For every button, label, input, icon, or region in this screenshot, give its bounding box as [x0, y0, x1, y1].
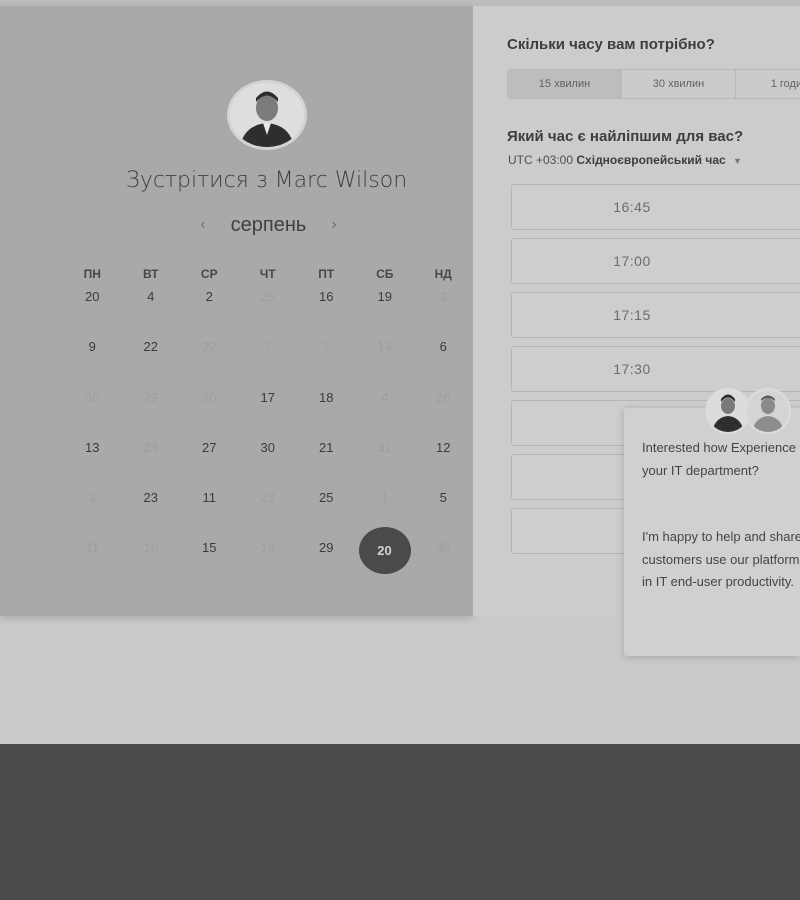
calendar-day[interactable]: 19: [356, 285, 415, 335]
calendar-day: 3: [439, 289, 447, 304]
weekday-label: ПТ: [318, 267, 335, 281]
time-slot[interactable]: 17:15: [511, 292, 800, 338]
calendar-day[interactable]: 30: [239, 436, 298, 486]
time-question: Який час є найліпшим для вас?: [507, 128, 744, 145]
chat-avatars[interactable]: [705, 388, 797, 434]
calendar-day: 30: [85, 389, 100, 405]
calendar-day: 26: [436, 389, 451, 405]
time-slot-label: 17:15: [613, 307, 651, 323]
month-navigator: ‹ серпень ›: [196, 211, 341, 239]
calendar-day: 25: [260, 289, 275, 304]
calendar-day: 31: [377, 439, 392, 455]
weekday-label: ЧТ: [259, 267, 276, 281]
calendar-day[interactable]: 27: [180, 436, 239, 486]
calendar-day: 7: [264, 339, 272, 355]
person-icon: [747, 390, 789, 432]
duration-tabs: 15 хвилин 30 хвилин 1 година: [507, 69, 800, 99]
calendar-day[interactable]: 9: [63, 335, 122, 385]
chevron-right-icon[interactable]: ›: [327, 216, 341, 234]
time-slot-label: 17:00: [613, 253, 651, 269]
calendar-day[interactable]: 22: [122, 335, 181, 385]
host-avatar: [227, 80, 307, 150]
calendar-day: 19: [260, 540, 275, 556]
weekday-label: НД: [434, 267, 452, 281]
calendar-day: 20: [202, 389, 217, 405]
timezone-name: Східноєвропейський час: [576, 153, 726, 167]
calendar-day: 4: [381, 389, 389, 405]
weekday-label: ПН: [83, 267, 101, 281]
chat-message: I'm happy to help and share insight into…: [642, 529, 800, 589]
calendar-day[interactable]: 6: [414, 335, 473, 385]
calendar-day[interactable]: 25: [297, 486, 356, 536]
chat-avatar: [745, 388, 791, 434]
person-icon: [707, 390, 749, 432]
chat-message: Interested how Experience Management cou…: [642, 440, 800, 478]
calendar-day[interactable]: 20: [63, 285, 122, 335]
time-slot-label: 17:30: [613, 361, 651, 377]
calendar-day[interactable]: 17: [239, 386, 298, 436]
meeting-title: Зустрітися з Marc Wilson: [125, 168, 408, 193]
month-label: серпень: [230, 213, 307, 236]
chevron-left-icon[interactable]: ‹: [196, 216, 210, 234]
calendar-day: 30: [436, 540, 451, 556]
calendar-panel: Зустрітися з Marc Wilson ‹ серпень › ПН …: [0, 6, 473, 616]
calendar-grid: 20 4 2 25 16 19 3 9 22 22 7 7 14 6 30 29 20 17 18 4 26 13 23 27…: [63, 285, 473, 587]
duration-option[interactable]: 30 хвилин: [622, 70, 736, 98]
timezone-selector[interactable]: UTC +03:00 Східноєвропейський час ▼: [508, 153, 742, 167]
weekday-label: СР: [200, 267, 218, 281]
bottom-band: [0, 744, 800, 900]
calendar-day[interactable]: 29: [297, 536, 356, 586]
calendar-day: 23: [143, 439, 158, 455]
duration-option[interactable]: 15 хвилин: [508, 70, 622, 98]
calendar-day[interactable]: 11: [180, 486, 239, 536]
calendar-day[interactable]: 21: [297, 436, 356, 486]
weekday-label: СБ: [376, 267, 394, 281]
calendar-day[interactable]: 5: [414, 486, 473, 536]
weekday-header: ПН ВТ СР ЧТ ПТ СБ НД: [63, 267, 473, 281]
calendar-day[interactable]: 16: [297, 285, 356, 335]
time-slot-label: 16:45: [613, 199, 651, 215]
calendar-day: 23: [260, 490, 275, 506]
calendar-day-selected[interactable]: 20: [356, 527, 415, 586]
person-icon: [230, 83, 304, 147]
calendar-day[interactable]: 2: [180, 285, 239, 335]
calendar-day: 3: [88, 490, 96, 506]
selected-day-label[interactable]: 20: [358, 527, 411, 575]
calendar-day[interactable]: 12: [414, 436, 473, 486]
time-slot[interactable]: 17:30: [511, 346, 800, 392]
calendar-day: 16: [143, 540, 158, 556]
calendar-day[interactable]: 23: [122, 486, 181, 536]
calendar-day: 11: [85, 540, 100, 556]
calendar-day: 14: [377, 339, 392, 355]
time-slot[interactable]: 16:45: [511, 184, 800, 230]
timezone-offset: UTC +03:00: [508, 153, 574, 167]
calendar-day[interactable]: 18: [297, 386, 356, 436]
weekday-label: ВТ: [142, 267, 159, 281]
calendar-day[interactable]: 4: [122, 285, 181, 335]
calendar-day[interactable]: 13: [63, 436, 122, 486]
calendar-day: 22: [202, 339, 217, 355]
time-slot[interactable]: 17:00: [511, 238, 800, 284]
duration-option[interactable]: 1 година: [736, 70, 800, 98]
calendar-day[interactable]: 15: [180, 536, 239, 586]
calendar-day: 29: [143, 389, 158, 405]
duration-question: Скільки часу вам потрібно?: [507, 36, 715, 53]
chat-popup[interactable]: Interested how Experience Management cou…: [624, 408, 800, 656]
calendar-day: 7: [322, 339, 330, 355]
caret-down-icon: ▼: [733, 156, 742, 166]
